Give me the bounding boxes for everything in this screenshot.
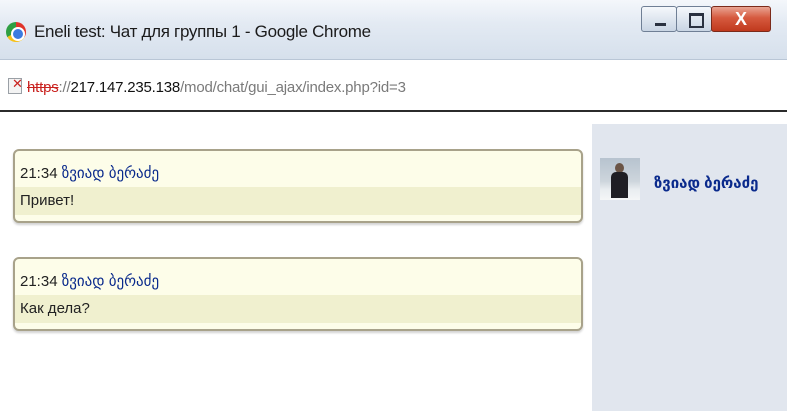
message-footer [15,215,581,221]
message-time: 21:34 [20,273,58,290]
user-list-item[interactable]: ზვიად ბერაძე [600,144,780,204]
url-path: /mod/chat/gui_ajax/index.php?id=3 [180,79,406,96]
message-meta: 21:34 ზვიად ბერაძე [15,268,581,295]
close-button[interactable]: X [711,6,771,32]
avatar[interactable] [600,158,640,200]
message-text: Как дела? [15,295,581,323]
maximize-button[interactable] [676,6,712,32]
message-time: 21:34 [20,165,58,182]
user-name[interactable]: ზვიად ბერაძე [654,174,758,192]
chat-message: 21:34 ზვიად ბერაძე Привет! [13,149,583,223]
message-author: ზვიად ბერაძე [61,165,160,182]
chat-message: 21:34 ზვიად ბერაძე Как дела? [13,257,583,331]
avatar-body [611,172,628,198]
message-meta: 21:34 ზვიად ბერაძე [15,160,581,187]
message-list[interactable]: 21:34 ზვიად ბერაძე Привет! 21:34 ზვიად ბ… [0,114,590,411]
minimize-button[interactable] [641,6,677,32]
chrome-logo-icon [6,22,26,42]
url-separator: :// [58,79,71,96]
insecure-certificate-icon[interactable] [8,76,23,94]
window-title: Eneli test: Чат для группы 1 - Google Ch… [34,22,371,41]
message-text: Привет! [15,187,581,215]
url-host: 217.147.235.138 [70,79,181,96]
users-panel: ზვიად ბერაძე [592,124,787,411]
window-controls: X [641,6,771,36]
address-bar[interactable]: https://217.147.235.138/mod/chat/gui_aja… [0,60,787,112]
chat-page: 21:34 ზვიად ბერაძე Привет! 21:34 ზვიად ბ… [0,114,787,411]
message-footer [15,323,581,329]
url-field[interactable]: https://217.147.235.138/mod/chat/gui_aja… [27,79,406,96]
message-author: ზვიად ბერაძე [61,273,160,290]
url-protocol: https [27,79,59,96]
title-bar: Eneli test: Чат для группы 1 - Google Ch… [0,0,787,60]
